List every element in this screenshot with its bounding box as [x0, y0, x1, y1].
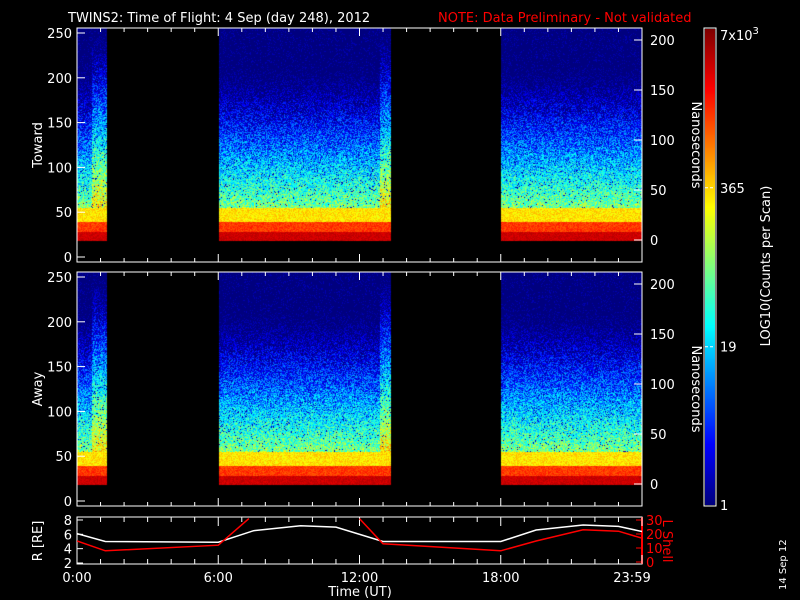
note-text: NOTE: Data Preliminary - Not validated	[438, 11, 692, 26]
xtick-label: 0:00	[62, 571, 91, 586]
ytick-label: 200	[47, 316, 72, 331]
orbit-ylabel: R [RE]	[31, 521, 46, 562]
chart-title: TWINS2: Time of Flight: 4 Sep (day 248),…	[67, 11, 370, 26]
ytick-label: 50	[55, 450, 72, 465]
ytick-label: 0	[64, 495, 72, 510]
y2tick-label: 200	[650, 278, 675, 293]
orbit-y2tick-label: 0	[646, 556, 654, 571]
ytick-label: 200	[47, 72, 72, 87]
xtick-label: 18:00	[482, 571, 519, 586]
y2tick-label: 200	[650, 34, 675, 49]
y2tick-label: 100	[650, 134, 675, 149]
xlabel: Time (UT)	[327, 585, 392, 600]
orbit-y2tick-label: 10	[646, 542, 663, 557]
ytick-label: 150	[47, 361, 72, 376]
y2tick-label: 0	[650, 478, 658, 493]
colorbar-label: LOG10(Counts per Scan)	[759, 186, 774, 347]
y2tick-label: 100	[650, 378, 675, 393]
ytick-label: 150	[47, 117, 72, 132]
toward-ylabel: Toward	[31, 122, 46, 169]
r-line	[77, 524, 642, 543]
xtick-label: 6:00	[204, 571, 233, 586]
ytick-label: 250	[47, 271, 72, 286]
toward-frame	[76, 27, 643, 263]
y2tick-label: 150	[650, 328, 675, 343]
orbit-y2tick-label: 20	[646, 528, 663, 543]
orbit-ytick-label: 4	[64, 543, 72, 558]
ytick-label: 250	[47, 27, 72, 42]
y2tick-label: 50	[650, 184, 667, 199]
colorbar-frame	[703, 27, 717, 507]
orbit-ytick-label: 6	[64, 528, 72, 543]
lshell-line	[77, 518, 250, 552]
colorbar-tick-top: 7x103	[720, 26, 759, 44]
toward-y2label: Nanoseconds	[688, 101, 703, 188]
ytick-label: 0	[64, 251, 72, 266]
y2tick-label: 50	[650, 428, 667, 443]
y2tick-label: 0	[650, 234, 658, 249]
orbit-y2tick-label: 30	[646, 514, 663, 529]
ytick-label: 50	[55, 206, 72, 221]
orbit-ytick-label: 8	[64, 514, 72, 529]
colorbar-tick-label: 19	[720, 341, 737, 356]
colorbar-tick-label: 365	[720, 182, 745, 197]
ytick-label: 100	[47, 405, 72, 420]
colorbar-tick-label: 1	[720, 499, 728, 514]
y2tick-label: 150	[650, 84, 675, 99]
xtick-label: 12:00	[341, 571, 378, 586]
ytick-label: 100	[47, 161, 72, 176]
footer-date: 14 Sep 12	[778, 539, 789, 590]
away-ylabel: Away	[31, 371, 46, 406]
away-y2label: Nanoseconds	[688, 345, 703, 432]
orbit-ytick-label: 2	[64, 557, 72, 572]
away-frame	[76, 271, 643, 507]
plot-svg: TWINS2: Time of Flight: 4 Sep (day 248),…	[31, 11, 789, 600]
xtick-label: 23:59	[613, 571, 650, 586]
